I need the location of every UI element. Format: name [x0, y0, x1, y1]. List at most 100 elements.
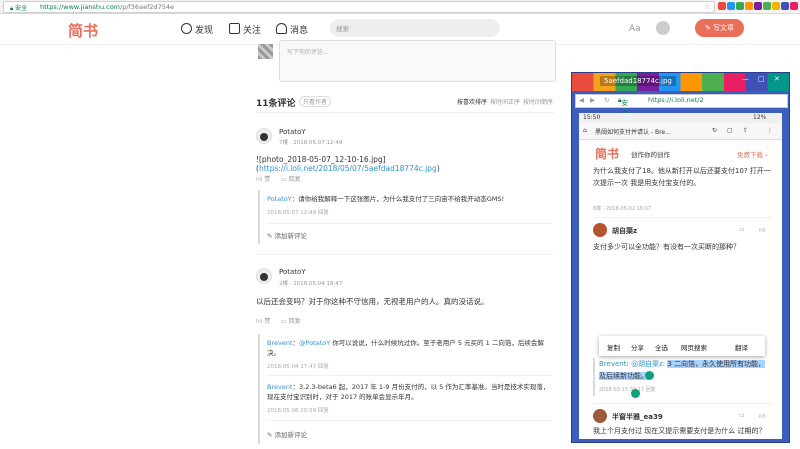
- commenter-name[interactable]: PotatoY: [279, 128, 306, 136]
- pencil-icon: ✎: [267, 232, 273, 240]
- phone-reply-text: Brevent: @胡自渠z: 3 二向箔，永久使用所有功能，及后续新功能。: [599, 360, 766, 380]
- sort-by-time-desc[interactable]: 按时间倒序: [523, 97, 553, 106]
- phone-tab-title[interactable]: 黑阈如何支付并请认 - Bre...: [595, 127, 705, 136]
- reply-thread: PotatoY：请你给我解释一下这张图片，为什么我支付了三向宙不给我开动态GMS…: [258, 190, 556, 244]
- nav-messages[interactable]: 消息: [276, 23, 308, 36]
- thumb-up-icon: 👍︎: [256, 176, 263, 183]
- maximize-icon[interactable]: □: [758, 75, 765, 83]
- phone-commenter-name[interactable]: 半窗半雅_ea39: [612, 412, 663, 422]
- thumb-up-icon[interactable]: 👍︎: [759, 226, 765, 234]
- reload-icon[interactable]: ↻: [604, 96, 609, 104]
- download-app-link[interactable]: 免费下载 ›: [737, 149, 768, 159]
- reload-icon[interactable]: ↻: [712, 127, 717, 134]
- status-time: 15:50: [583, 114, 601, 121]
- menu-icon[interactable]: ⋮: [767, 127, 773, 134]
- browser-extension-icon[interactable]: [745, 2, 753, 10]
- browser-extension-icon[interactable]: [781, 2, 789, 10]
- reply-button[interactable]: ▭ 回复: [281, 316, 301, 325]
- author-only-button[interactable]: 只看作者: [299, 96, 332, 107]
- browser-extension-icon[interactable]: [736, 2, 744, 10]
- phone-window-url: https://i.loli.net/2: [648, 96, 704, 104]
- divider: [267, 375, 552, 376]
- phone-comment-meta: 8楼 · 2018-05-02 16:07: [593, 206, 652, 212]
- back-icon[interactable]: ◀: [579, 96, 584, 104]
- commenter-avatar[interactable]: [593, 223, 607, 237]
- phone-reply-meta: 2018-03-15 09:17 回复: [599, 387, 656, 393]
- menu-web-search[interactable]: 网页搜索: [681, 342, 707, 352]
- thumb-up-icon[interactable]: 👍︎: [759, 412, 765, 420]
- battery-text: 12%: [753, 114, 767, 121]
- browser-extension-icon[interactable]: [790, 2, 798, 10]
- commenter-avatar[interactable]: [593, 409, 607, 423]
- secure-indicator: 🔒︎ 安全: [10, 5, 28, 12]
- browser-extension-icon[interactable]: [763, 2, 771, 10]
- divider: [593, 217, 773, 218]
- reply-meta: 2018.05.07 12:49 回复: [267, 210, 329, 216]
- reply-meta: 2018.05.04 17:47 回复: [267, 364, 329, 370]
- comment-meta: 7楼 · 2018.05.07 12:49: [279, 140, 343, 146]
- phone-reply-thread: Brevent: @胡自渠z: 3 二向箔，永久使用所有功能，及后续新功能。 2…: [593, 358, 775, 396]
- site-logo[interactable]: 简书: [68, 20, 98, 41]
- phone-status-bar: 15:50 12%: [579, 113, 782, 123]
- url-text: https://www.jianshu.com/p/f36aef2d754e: [40, 3, 175, 11]
- browser-toolbar: 🔒︎ 安全 https://www.jianshu.com/p/f36aef2d…: [0, 0, 800, 14]
- minimize-icon[interactable]: —: [742, 75, 749, 83]
- browser-extension-icon[interactable]: [718, 2, 726, 10]
- bookmark-star-icon[interactable]: ☆: [704, 3, 710, 11]
- divider: [256, 112, 554, 113]
- secure-indicator: 🔒︎ 安全: [618, 96, 628, 117]
- tabs-icon[interactable]: ▢: [727, 127, 733, 134]
- phone-comment-text: 为什么我支付了18。他从新打开以后还要支付10? 打开一次提示一次 我是用支付宝…: [593, 167, 771, 187]
- phone-comment-text: 我上个月支付过 现在又提示需要支付是为什么 过期的？: [593, 427, 766, 435]
- reply-button[interactable]: ▭ 回复: [281, 174, 301, 183]
- font-size-toggle[interactable]: Aa: [629, 24, 641, 34]
- selection-handle-end[interactable]: [631, 389, 640, 398]
- image-link[interactable]: https://i.loli.net/2018/05/07/5aefdad187…: [259, 164, 437, 173]
- commenter-avatar[interactable]: [256, 128, 272, 144]
- phone-comment-text: 支付多少可以全功能？有没有一次买断的那种？: [593, 243, 740, 251]
- like-button[interactable]: 👍︎ 赞: [256, 174, 270, 183]
- browser-extension-icon[interactable]: [772, 2, 780, 10]
- nav-discover[interactable]: 发现: [181, 23, 213, 36]
- search-input[interactable]: 搜索: [330, 19, 500, 37]
- sort-by-likes[interactable]: 按喜欢排序: [457, 97, 487, 106]
- nav-follow[interactable]: 关注: [229, 23, 261, 36]
- follow-icon: [229, 23, 240, 34]
- home-icon[interactable]: ⌂: [583, 127, 587, 134]
- forward-icon[interactable]: ▶: [590, 96, 595, 104]
- menu-share[interactable]: 分享: [631, 342, 644, 352]
- comment-icon[interactable]: ▭: [739, 226, 745, 233]
- comment-input[interactable]: 写下你的评论...: [279, 40, 556, 82]
- selection-handle-start[interactable]: [645, 371, 654, 380]
- phone-commenter-name[interactable]: 胡自渠z: [612, 226, 637, 236]
- comment-icon: ▭: [281, 318, 287, 325]
- phone-slogan: 创作你的创作: [631, 151, 670, 159]
- comment-icon[interactable]: ▭: [739, 412, 745, 419]
- thumb-up-icon: 👍︎: [256, 318, 263, 325]
- address-bar[interactable]: 🔒︎ 安全 https://www.jianshu.com/p/f36aef2d…: [3, 1, 715, 13]
- menu-copy[interactable]: 复制: [607, 342, 620, 352]
- browser-extension-icon[interactable]: [727, 2, 735, 10]
- comments-count-title: 11条评论: [256, 99, 296, 109]
- browser-extension-icon[interactable]: [754, 2, 762, 10]
- sort-by-time-asc[interactable]: 按时间正序: [490, 97, 520, 106]
- window-title-bar[interactable]: 5aefdad18774c.jpg — □ ✕: [572, 73, 789, 91]
- reply-text: Brevent：3.2.3-beta6 起，2017 年 1-9 月份支付的，以…: [267, 383, 550, 401]
- menu-translate[interactable]: 翻译: [735, 342, 748, 352]
- share-icon[interactable]: ⇪: [743, 127, 748, 134]
- add-new-comment[interactable]: ✎ 添加新评论: [267, 429, 307, 439]
- user-avatar[interactable]: [656, 21, 670, 35]
- menu-select-all[interactable]: 全选: [655, 342, 668, 352]
- like-button[interactable]: 👍︎ 赞: [256, 316, 270, 325]
- commenter-name[interactable]: PotatoY: [279, 268, 306, 276]
- write-article-button[interactable]: ✎ 写文章: [695, 19, 744, 37]
- bell-icon: [276, 23, 287, 34]
- add-new-comment[interactable]: ✎ 添加新评论: [267, 230, 307, 240]
- reply-text: PotatoY：请你给我解释一下这张图片，为什么我支付了三向宙不给我开动态GMS…: [267, 195, 505, 203]
- commenter-avatar[interactable]: [256, 268, 272, 284]
- close-icon[interactable]: ✕: [774, 75, 780, 83]
- phone-window-address-bar[interactable]: ◀ ▶ ↻ 🔒︎ 安全 https://i.loli.net/2: [575, 94, 788, 117]
- composer-avatar: [258, 44, 273, 59]
- phone-site-logo[interactable]: 简书: [595, 145, 619, 162]
- reply-meta: 2018.05.06 20:59 回复: [267, 408, 329, 414]
